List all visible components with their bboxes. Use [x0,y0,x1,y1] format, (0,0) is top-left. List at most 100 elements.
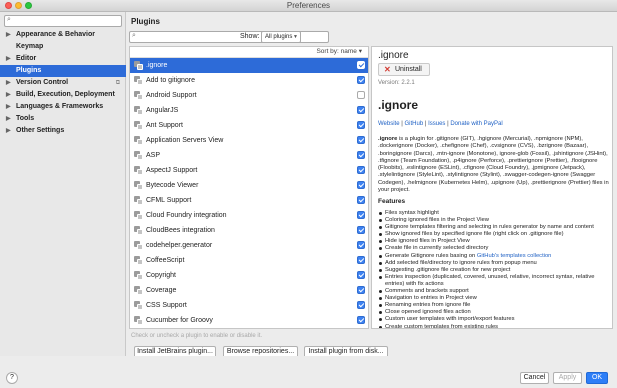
plugin-list-hint: Check or uncheck a plugin to enable or d… [131,333,263,339]
chevron-right-icon[interactable]: ▶ [6,77,11,89]
uninstall-label: Uninstall [395,66,422,73]
issues-link[interactable]: Issues [428,121,445,127]
plugin-icon [134,241,143,250]
plugin-enabled-checkbox[interactable] [357,166,365,174]
chevron-right-icon[interactable]: ▶ [6,29,11,41]
donate-link[interactable]: Donate with PayPal [450,121,502,127]
close-icon: ✕ [384,65,391,74]
plugin-row[interactable]: CoffeeScript [130,253,368,268]
sidebar-item-label: Appearance & Behavior [16,31,95,38]
help-button[interactable]: ? [6,372,18,384]
sidebar-item-plugins[interactable]: Plugins [0,65,126,77]
feature-text: Generate Gitignore rules basing on [385,252,477,259]
plugin-name: Copyright [146,272,176,279]
feature-text: Gitignore templates filtering and select… [385,224,594,231]
plugin-enabled-checkbox[interactable] [357,211,365,219]
plugin-row[interactable]: Add to gitignore [130,73,368,88]
plugin-enabled-checkbox[interactable] [357,286,365,294]
plugin-name: ASP [146,152,161,159]
chevron-right-icon[interactable]: ▶ [6,113,11,125]
chevron-right-icon[interactable]: ▶ [6,53,11,65]
uninstall-button[interactable]: ✕ Uninstall [378,63,430,76]
description-text: is a plugin for .gitignore (GIT), .hgign… [378,136,609,194]
plugin-name: Coverage [146,287,177,294]
sidebar-item-keymap[interactable]: Keymap [0,41,126,53]
feature-item: Close opened ignored files action [378,309,612,316]
plugin-name: Cloud Foundry integration [146,212,227,219]
plugin-row[interactable]: Bytecode Viewer [130,178,368,193]
plugin-enabled-checkbox[interactable] [357,226,365,234]
plugin-row[interactable]: Coverage [130,283,368,298]
plugin-enabled-checkbox[interactable] [357,91,365,99]
plugin-row[interactable]: Cloud Foundry integration [130,208,368,223]
plugin-enabled-checkbox[interactable] [357,256,365,264]
chevron-right-icon[interactable]: ▶ [6,101,11,113]
github-link[interactable]: GitHub [404,121,423,127]
plugin-row[interactable]: AngularJS [130,103,368,118]
plugin-row[interactable]: ASP [130,148,368,163]
plugin-enabled-checkbox[interactable] [357,241,365,249]
plugin-row[interactable]: AspectJ Support [130,163,368,178]
window-title: Preferences [286,1,331,10]
feature-item: Navigation to entries in Project view [378,295,612,302]
show-label: Show: [240,33,260,40]
plugin-enabled-checkbox[interactable] [357,271,365,279]
ok-button[interactable]: OK [586,372,608,384]
feature-text: Hide ignored files in Project View [385,238,470,245]
plugin-enabled-checkbox[interactable] [357,151,365,159]
plugin-icon [134,76,143,85]
sidebar-item-label: Other Settings [16,127,65,134]
plugin-enabled-checkbox[interactable] [357,316,365,324]
feature-item: Generate Gitignore rules basing on GitHu… [378,253,612,260]
feature-text: Show ignored files by specified ignore f… [385,231,564,238]
feature-item: Custom user templates with import/export… [378,316,612,323]
sort-by-dropdown[interactable]: Sort by: name ▾ [130,47,368,58]
feature-item: Coloring ignored files in the Project Vi… [378,217,612,224]
plugin-enabled-checkbox[interactable] [357,121,365,129]
plugin-row[interactable]: Cucumber for Groovy [130,313,368,328]
plugin-enabled-checkbox[interactable] [357,301,365,309]
plugin-description-title: .ignore [378,98,419,112]
plugin-detail-title: .ignore [378,50,409,61]
sidebar-item-label: Tools [16,115,35,122]
feature-text: Create custom templates from existing ru… [385,323,499,329]
sidebar-item-editor[interactable]: ▶ Editor [0,53,126,65]
plugin-name: CloudBees integration [146,227,215,234]
plugin-row[interactable]: CFML Support [130,193,368,208]
sidebar-item-version-control[interactable]: ▶ Version Control ⧉ [0,77,126,89]
cancel-button[interactable]: Cancel [520,372,549,384]
sidebar-item-appearance-behavior[interactable]: ▶ Appearance & Behavior [0,29,126,41]
chevron-right-icon[interactable]: ▶ [6,125,11,137]
plugin-row[interactable]: codehelper.generator [130,238,368,253]
settings-search-input[interactable]: ⌕ [4,15,122,27]
feature-item: Suggesting .gitignore file creation for … [378,267,612,274]
feature-text: Renaming entries from ignore file [385,302,471,309]
templates-collection-link[interactable]: GitHub's templates collection [477,253,552,259]
sidebar-item-build-execution-deployment[interactable]: ▶ Build, Execution, Deployment [0,89,126,101]
plugin-enabled-checkbox[interactable] [357,136,365,144]
sidebar-item-label: Languages & Frameworks [16,103,104,110]
plugin-row[interactable]: CloudBees integration [130,223,368,238]
feature-text: Close opened ignored files action [385,309,471,316]
website-link[interactable]: Website [378,121,400,127]
show-filter-select[interactable]: All plugins ▼ [261,31,301,43]
apply-button[interactable]: Apply [553,372,582,384]
plugin-enabled-checkbox[interactable] [357,61,365,69]
plugin-row[interactable]: Android Support [130,88,368,103]
sidebar-item-tools[interactable]: ▶ Tools [0,113,126,125]
plugin-enabled-checkbox[interactable] [357,181,365,189]
project-scope-icon: ⧉ [115,80,120,86]
plugin-row[interactable]: Ant Support [130,118,368,133]
plugin-enabled-checkbox[interactable] [357,106,365,114]
plugin-enabled-checkbox[interactable] [357,76,365,84]
plugin-icon [134,61,143,70]
sidebar-item-languages-frameworks[interactable]: ▶ Languages & Frameworks [0,101,126,113]
plugin-row[interactable]: Application Servers View [130,133,368,148]
plugin-row[interactable]: CSS Support [130,298,368,313]
plugins-panel: Plugins ⌕ Show: All plugins ▼ Sort by: n… [127,12,617,358]
plugin-enabled-checkbox[interactable] [357,196,365,204]
plugin-row[interactable]: Copyright [130,268,368,283]
sidebar-item-other-settings[interactable]: ▶ Other Settings [0,125,126,137]
plugin-row[interactable]: .ignore [130,58,368,73]
chevron-right-icon[interactable]: ▶ [6,89,11,101]
